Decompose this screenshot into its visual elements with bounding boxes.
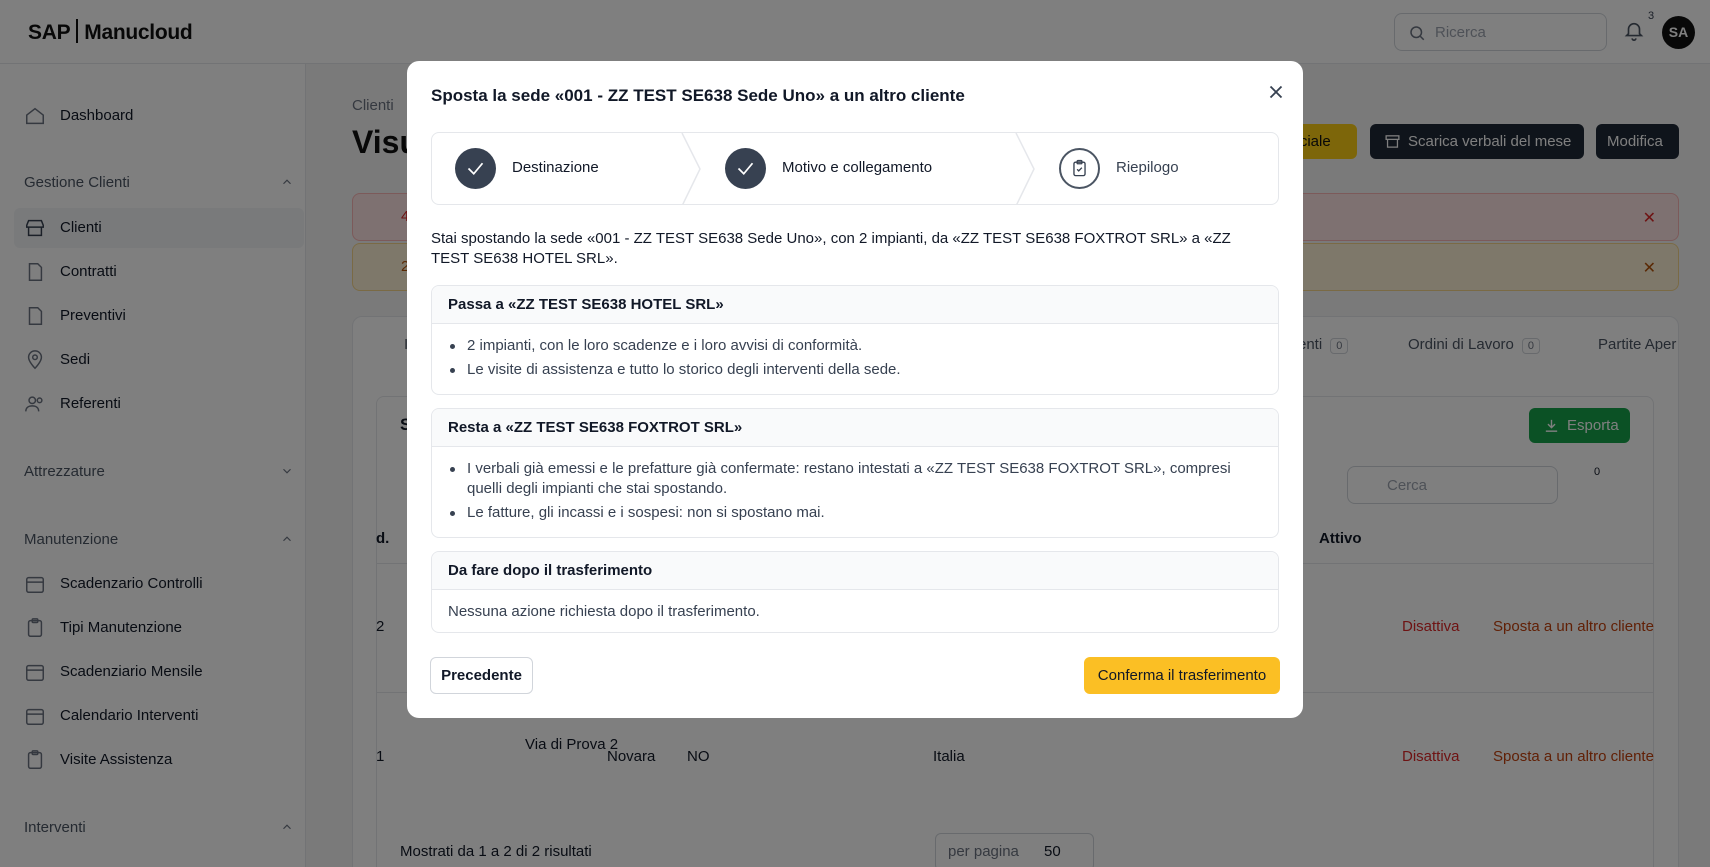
step-label-riepilogo: Riepilogo <box>1116 159 1179 176</box>
stepper: Destinazione Motivo e collegamento Riepi… <box>431 132 1279 205</box>
step-separator <box>681 133 701 204</box>
clipboard-check-icon <box>1059 148 1100 189</box>
step-done-icon <box>455 148 496 189</box>
box-passa: Passa a «ZZ TEST SE638 HOTEL SRL» 2 impi… <box>431 285 1279 395</box>
modal-title: Sposta la sede «001 - ZZ TEST SE638 Sede… <box>431 86 965 105</box>
move-site-modal: Sposta la sede «001 - ZZ TEST SE638 Sede… <box>407 61 1303 718</box>
step-label-destinazione: Destinazione <box>512 159 599 176</box>
confirm-transfer-button[interactable]: Conferma il trasferimento <box>1084 657 1280 694</box>
box-dopo-text: Nessuna azione richiesta dopo il trasfer… <box>448 603 760 620</box>
list-item: I verbali già emessi e le prefatture già… <box>448 459 1262 499</box>
box-dopo: Da fare dopo il trasferimento Nessuna az… <box>431 551 1279 633</box>
box-resta-title: Resta a «ZZ TEST SE638 FOXTROT SRL» <box>432 409 1278 447</box>
list-item: 2 impianti, con le loro scadenze e i lor… <box>448 336 1262 356</box>
list-item: Le fatture, gli incassi e i sospesi: non… <box>448 503 1262 523</box>
previous-button[interactable]: Precedente <box>430 657 533 694</box>
box-resta: Resta a «ZZ TEST SE638 FOXTROT SRL» I ve… <box>431 408 1279 538</box>
box-dopo-title: Da fare dopo il trasferimento <box>432 552 1278 590</box>
step-done-icon <box>725 148 766 189</box>
box-passa-title: Passa a «ZZ TEST SE638 HOTEL SRL» <box>432 286 1278 324</box>
step-label-motivo: Motivo e collegamento <box>782 159 933 176</box>
modal-intro: Stai spostando la sede «001 - ZZ TEST SE… <box>431 230 1231 267</box>
close-icon[interactable] <box>1265 81 1287 103</box>
list-item: Le visite di assistenza e tutto lo stori… <box>448 360 1262 380</box>
step-separator <box>1015 133 1035 204</box>
